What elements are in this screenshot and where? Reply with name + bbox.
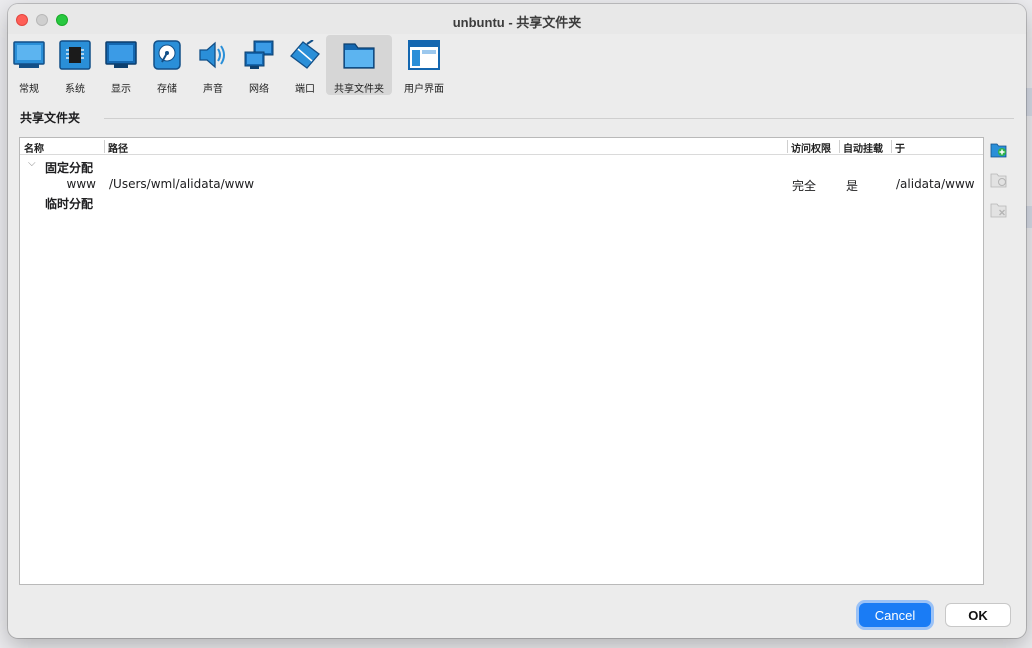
tab-storage[interactable]: 存储 bbox=[150, 35, 184, 95]
background-window-edge bbox=[1026, 206, 1032, 228]
section-title: 共享文件夹 bbox=[20, 111, 81, 125]
tab-display[interactable]: 显示 bbox=[104, 35, 138, 95]
tab-user-interface[interactable]: 用户界面 bbox=[396, 35, 452, 95]
group-row[interactable]: 临时分配 bbox=[20, 195, 983, 213]
ok-button[interactable]: OK bbox=[945, 603, 1011, 627]
column-header-mount-point[interactable]: 于 bbox=[891, 140, 905, 155]
window-title: unbuntu - 共享文件夹 bbox=[452, 15, 582, 30]
cell-access: 完全 bbox=[792, 179, 817, 193]
tab-label: 网络 bbox=[249, 84, 269, 95]
port-icon bbox=[288, 39, 322, 70]
add-folder-icon[interactable] bbox=[990, 141, 1008, 159]
tab-label: 存储 bbox=[157, 84, 177, 95]
tab-system[interactable]: 系统 bbox=[58, 35, 92, 95]
tab-label: 系统 bbox=[65, 84, 85, 95]
ui-window-icon bbox=[407, 39, 441, 70]
cell-path: /Users/wml/alidata/www bbox=[109, 177, 255, 191]
tab-network[interactable]: 网络 bbox=[242, 35, 276, 95]
cell-mount-point: /alidata/www bbox=[896, 177, 975, 191]
folder-icon bbox=[342, 39, 376, 70]
tab-label: 用户界面 bbox=[404, 84, 444, 95]
cell-automount: 是 bbox=[846, 179, 859, 193]
column-header-path[interactable]: 路径 bbox=[104, 140, 128, 155]
edit-folder-icon[interactable] bbox=[990, 171, 1008, 189]
section-divider bbox=[104, 118, 1014, 119]
disk-icon bbox=[150, 39, 184, 70]
chip-icon bbox=[58, 39, 92, 70]
column-header-name[interactable]: 名称 bbox=[20, 140, 44, 155]
table-actions bbox=[990, 141, 1008, 219]
display-icon bbox=[104, 39, 138, 70]
tab-general[interactable]: 常规 bbox=[12, 35, 46, 95]
group-row[interactable]: ⌵ 固定分配 bbox=[20, 158, 983, 177]
cancel-button[interactable]: Cancel bbox=[859, 603, 931, 627]
chevron-down-icon[interactable]: ⌵ bbox=[28, 158, 36, 169]
network-icon bbox=[242, 39, 276, 70]
table-header: 名称 路径 访问权限 自动挂载 于 bbox=[20, 138, 983, 155]
shared-folders-table[interactable]: 名称 路径 访问权限 自动挂载 于 ⌵ 固定分配 www /Users/wml/… bbox=[19, 137, 984, 585]
tab-label: 声音 bbox=[203, 84, 223, 95]
settings-toolbar: 常规 系统 显示 存储 声音 网络 端口 共享文件夹 用户界面 bbox=[12, 35, 452, 95]
column-header-access[interactable]: 访问权限 bbox=[787, 140, 831, 155]
tab-label: 显示 bbox=[111, 84, 131, 95]
remove-folder-icon[interactable] bbox=[990, 201, 1008, 219]
tab-label: 端口 bbox=[295, 84, 315, 95]
title-bar: unbuntu - 共享文件夹 bbox=[8, 4, 1026, 34]
group-label: 固定分配 bbox=[45, 161, 94, 175]
monitor-icon bbox=[12, 39, 46, 70]
background-window-edge bbox=[1026, 88, 1032, 116]
group-label: 临时分配 bbox=[45, 197, 94, 211]
cell-name: www bbox=[66, 177, 96, 191]
tab-label: 共享文件夹 bbox=[334, 84, 384, 95]
tab-shared-folders[interactable]: 共享文件夹 bbox=[326, 35, 392, 95]
column-header-automount[interactable]: 自动挂载 bbox=[839, 140, 883, 155]
tab-audio[interactable]: 声音 bbox=[196, 35, 230, 95]
table-row[interactable]: www /Users/wml/alidata/www 完全 是 /alidata… bbox=[20, 177, 983, 195]
tab-ports[interactable]: 端口 bbox=[288, 35, 322, 95]
tab-label: 常规 bbox=[19, 84, 39, 95]
speaker-icon bbox=[196, 39, 230, 70]
settings-dialog: unbuntu - 共享文件夹 常规 系统 显示 存储 声音 网络 端口 共享文… bbox=[8, 4, 1026, 638]
